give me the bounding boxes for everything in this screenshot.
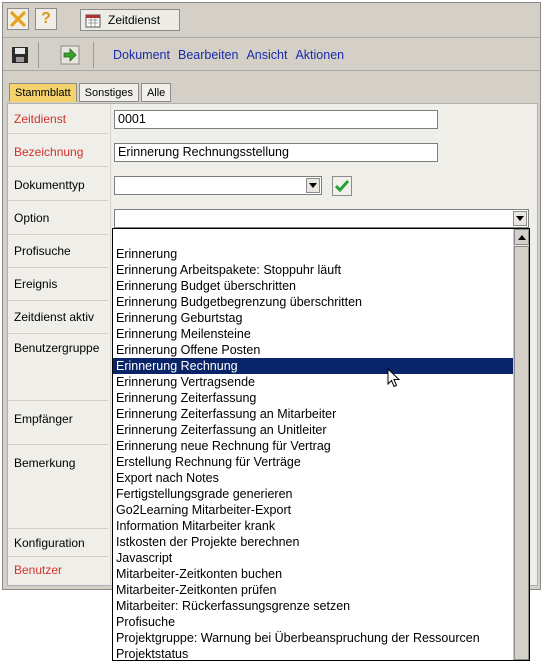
row-divider (8, 556, 108, 557)
option-list-item[interactable]: Erinnerung Rechnung (113, 358, 514, 374)
option-list-item[interactable]: Erinnerung Zeiterfassung (113, 390, 514, 406)
close-icon[interactable] (7, 8, 29, 30)
option-list-item[interactable]: Mitarbeiter: Rückerfassungsgrenze setzen (113, 598, 514, 614)
option-dropdown-list[interactable]: Erinnerung Erinnerung Arbeitspakete: Stop… (112, 228, 530, 661)
option-list-item[interactable]: Profisuche (113, 614, 514, 630)
label-bezeichnung: Bezeichnung (14, 145, 84, 159)
menu-aktionen[interactable]: Aktionen (295, 48, 344, 62)
document-tab-label: Zeitdienst (108, 13, 161, 27)
scrollbar-thumb[interactable] (514, 246, 529, 660)
label-option: Option (14, 211, 50, 225)
help-icon[interactable]: ? (35, 8, 57, 30)
option-list-item[interactable]: Erinnerung Budgetbegrenzung überschritte… (113, 294, 514, 310)
label-zeitdienst-aktiv: Zeitdienst aktiv (14, 310, 95, 324)
zeitdienst-input[interactable]: 0001 (114, 110, 438, 129)
label-zeitdienst: Zeitdienst (14, 112, 67, 126)
dokumenttyp-select[interactable] (114, 176, 322, 195)
row-divider (8, 300, 108, 301)
option-list-item[interactable]: Erinnerung Zeiterfassung an Unitleiter (113, 422, 514, 438)
option-list-item[interactable]: Projektstatus (113, 646, 514, 660)
document-tab[interactable]: Zeitdienst (80, 9, 180, 31)
row-divider (8, 400, 108, 401)
row-divider (8, 267, 108, 268)
option-list-item[interactable]: Go2Learning Mitarbeiter-Export (113, 502, 514, 518)
label-benutzergruppe: Benutzergruppe (14, 341, 100, 355)
option-select[interactable] (114, 209, 529, 228)
menu-bearbeiten[interactable]: Bearbeiten (178, 48, 238, 62)
calendar-icon (85, 14, 101, 27)
option-list-item[interactable]: Erinnerung Offene Posten (113, 342, 514, 358)
option-list-item[interactable]: Istkosten der Projekte berechnen (113, 534, 514, 550)
title-bar: ? Zeitdienst (3, 3, 540, 37)
floppy-disk-icon (12, 47, 28, 63)
option-list-item[interactable]: Fertigstellungsgrade generieren (113, 486, 514, 502)
label-profisuche: Profisuche (14, 244, 71, 258)
dropdown-scrollbar[interactable] (513, 229, 529, 660)
option-list-item[interactable]: Erstellung Rechnung für Verträge (113, 454, 514, 470)
menu-dokument[interactable]: Dokument (113, 48, 170, 62)
option-list-item[interactable]: Erinnerung Arbeitspakete: Stoppuhr läuft (113, 262, 514, 278)
option-list-item[interactable]: Mitarbeiter-Zeitkonten buchen (113, 566, 514, 582)
run-button[interactable] (59, 44, 81, 66)
option-list-item[interactable]: Export nach Notes (113, 470, 514, 486)
column-divider (110, 104, 111, 587)
bezeichnung-input[interactable]: Erinnerung Rechnungsstellung (114, 143, 438, 162)
row-divider (8, 234, 108, 235)
chevron-up-icon (517, 234, 526, 240)
option-list-item[interactable]: Erinnerung Zeiterfassung an Mitarbeiter (113, 406, 514, 422)
option-list: Erinnerung Erinnerung Arbeitspakete: Stop… (113, 246, 514, 660)
option-list-item[interactable]: Erinnerung Geburtstag (113, 310, 514, 326)
option-list-item[interactable]: Erinnerung Budget überschritten (113, 278, 514, 294)
chevron-down-icon[interactable] (306, 178, 320, 193)
save-button[interactable] (9, 44, 31, 66)
tab-alle[interactable]: Alle (140, 83, 172, 102)
mouse-pointer-icon (387, 368, 401, 388)
label-ereignis: Ereignis (14, 277, 58, 291)
option-list-item[interactable]: Projektgruppe: Warnung bei Überbeanspruc… (113, 630, 514, 646)
option-list-item[interactable]: Erinnerung (113, 246, 514, 262)
row-divider (8, 133, 108, 134)
row-divider (8, 444, 108, 445)
label-bemerkung: Bemerkung (14, 456, 76, 470)
row-divider (8, 166, 108, 167)
label-konfiguration: Konfiguration (14, 536, 85, 550)
toolbar: Dokument Bearbeiten Ansicht Aktionen (3, 37, 540, 71)
checkmark-icon (335, 180, 349, 192)
option-list-item[interactable]: Javascript (113, 550, 514, 566)
toolbar-separator (93, 42, 94, 68)
label-empfaenger: Empfänger (14, 412, 73, 426)
row-divider (8, 200, 108, 201)
chevron-down-icon[interactable] (513, 211, 527, 226)
tab-stammblatt[interactable]: Stammblatt (9, 83, 77, 102)
form-tabs: Stammblatt Sonstiges Alle (9, 83, 173, 102)
tab-sonstiges[interactable]: Sonstiges (78, 83, 139, 102)
menu-bar: Dokument Bearbeiten Ansicht Aktionen (113, 48, 344, 62)
option-list-item[interactable]: Mitarbeiter-Zeitkonten prüfen (113, 582, 514, 598)
label-dokumenttyp: Dokumenttyp (14, 178, 85, 192)
menu-ansicht[interactable]: Ansicht (246, 48, 287, 62)
toolbar-separator (38, 42, 39, 68)
option-list-item[interactable]: Erinnerung Meilensteine (113, 326, 514, 342)
option-list-item[interactable]: Erinnerung neue Rechnung für Vertrag (113, 438, 514, 454)
row-divider (8, 333, 108, 334)
confirm-button[interactable] (332, 176, 352, 196)
row-divider (8, 528, 108, 529)
option-list-item[interactable]: Information Mitarbeiter krank (113, 518, 514, 534)
scroll-up-button[interactable] (514, 229, 529, 245)
option-list-item[interactable]: Erinnerung Vertragsende (113, 374, 514, 390)
label-benutzer: Benutzer (14, 563, 63, 577)
arrow-right-icon (60, 45, 80, 65)
